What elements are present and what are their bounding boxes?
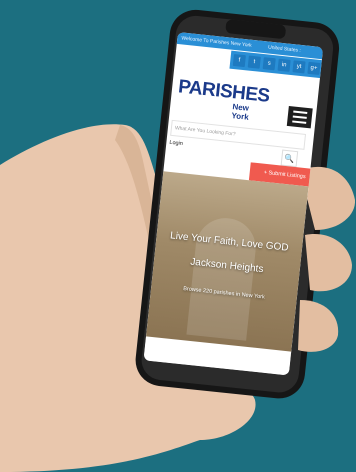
logo-sub: New York — [231, 102, 250, 122]
twitter-icon[interactable]: t — [247, 55, 261, 69]
menu-line-icon — [292, 120, 307, 124]
skype-icon[interactable]: s — [262, 57, 276, 71]
finger-2 — [305, 234, 352, 292]
hero-banner: Live Your Faith, Love GOD Jackson Height… — [145, 171, 309, 356]
finger-3 — [298, 300, 339, 352]
linkedin-icon[interactable]: in — [277, 58, 291, 72]
logo-main: PARISHES — [177, 76, 271, 107]
site-logo[interactable]: PARISHES New York — [176, 76, 271, 121]
facebook-icon[interactable]: f — [232, 53, 246, 68]
youtube-icon[interactable]: yt — [292, 60, 306, 74]
menu-line-icon — [292, 115, 307, 119]
login-link[interactable]: Login — [169, 140, 183, 147]
menu-line-icon — [293, 110, 308, 114]
search-input[interactable]: What Are You Looking For? — [170, 119, 307, 150]
search-icon[interactable]: 🔍 — [280, 149, 299, 168]
google-plus-icon[interactable]: g+ — [307, 61, 321, 76]
hamburger-menu-button[interactable] — [286, 105, 313, 129]
